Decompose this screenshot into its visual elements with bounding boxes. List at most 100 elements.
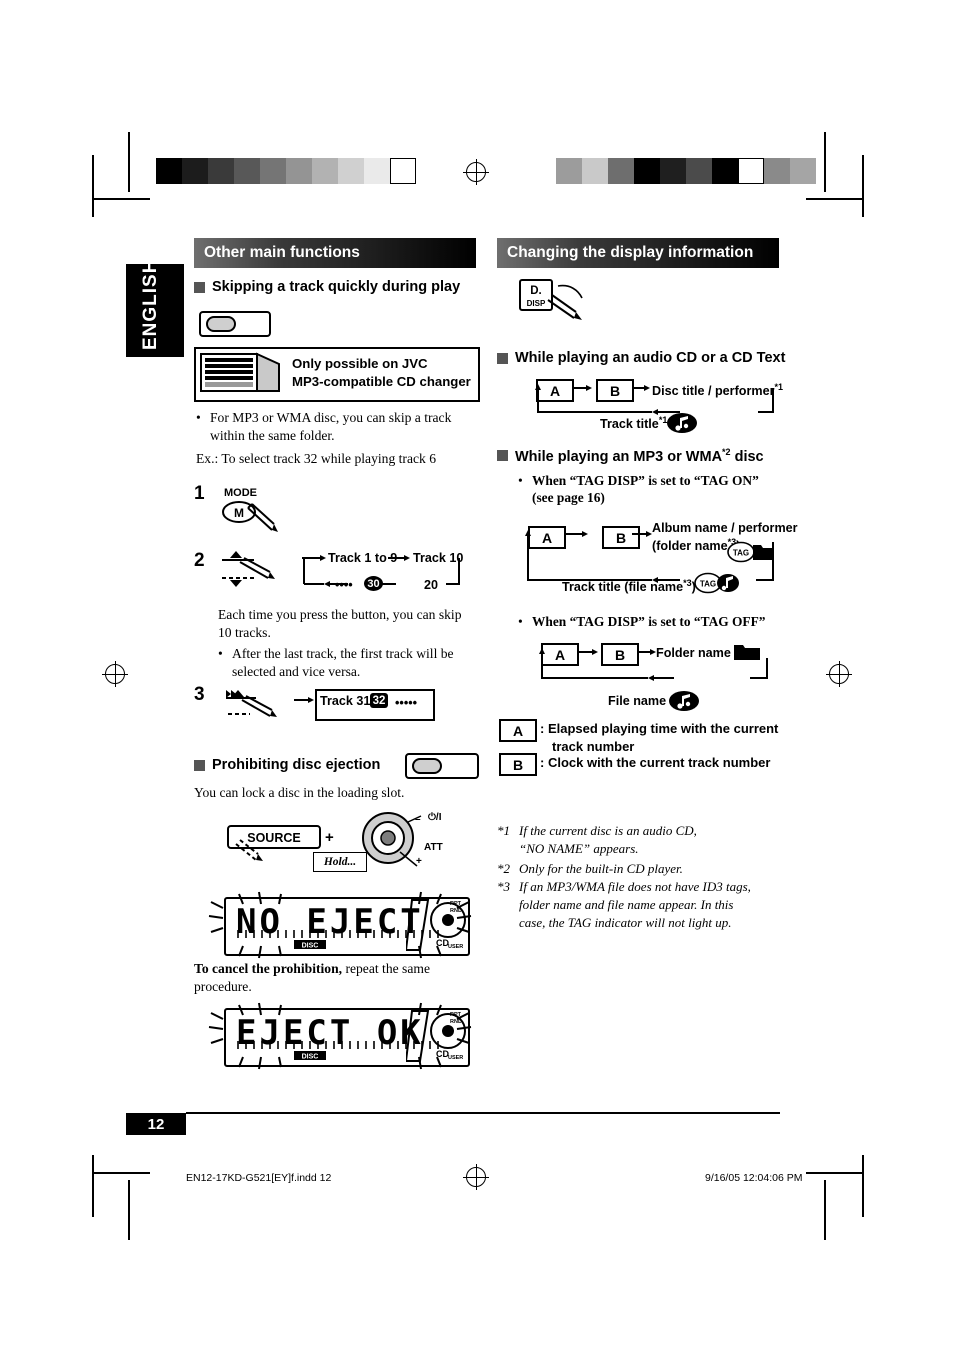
footnote-3-line3: case, the TAG indicator will not light u…: [519, 915, 732, 931]
svg-text:TAG: TAG: [700, 580, 716, 589]
legend-a-line1: : Elapsed playing time with the current: [540, 721, 779, 736]
crop-mark: [806, 198, 864, 200]
footnote-3-line1: If an MP3/WMA file does not have ID3 tag…: [519, 879, 751, 894]
subsection-label-pre: While playing an MP3 or WMA: [515, 448, 723, 465]
square-bullet-icon: [497, 450, 508, 462]
footnote-3: *3 If an MP3/WMA file does not have ID3 …: [497, 878, 787, 933]
step2-bullet-text: After the last track, the first track wi…: [232, 646, 454, 680]
language-tab: ENGLISH: [126, 259, 184, 357]
step2-track-1to9: Track 1 to 9: [328, 551, 398, 565]
tagon-album-label: Album name / performer (folder name*3): [652, 521, 798, 555]
crop-mark: [92, 155, 94, 217]
step2-explanation: Each time you press the button, you can …: [218, 606, 468, 643]
mode-button-label: MODE: [224, 487, 257, 499]
mode-button-illustration: M: [222, 501, 278, 532]
subsection-label-footnote: *2: [722, 447, 731, 457]
subsection-label: While playing an MP3 or WMA*2 disc: [515, 447, 764, 465]
tagoff-folder-label: Folder name: [656, 646, 731, 660]
document-page: ENGLISH Other main functions Skipping a …: [0, 0, 954, 1351]
footnote-1-line1: If the current disc is an audio CD,: [519, 823, 697, 838]
footnote-2-mark: *2: [497, 861, 510, 876]
knob-plus-label: +: [416, 856, 422, 867]
music-note-icon-2: [669, 691, 699, 711]
crop-mark: [128, 1180, 130, 1240]
note-box-text: Only possible on JVC MP3-compatible CD c…: [292, 355, 472, 391]
svg-text:DISC: DISC: [302, 1054, 319, 1061]
cancel-prohibition-text: To cancel the prohibition, repeat the sa…: [194, 960, 474, 997]
lcd-icons-right-1: CD RPT RND USER: [406, 899, 466, 951]
music-note-icon: [667, 413, 697, 433]
section-header-other-main-functions: Other main functions: [194, 238, 476, 268]
note-line-2: MP3-compatible CD changer: [292, 373, 471, 389]
folder-icon: [734, 645, 760, 660]
svg-text:USER: USER: [448, 944, 463, 950]
button-illustration-key: [206, 316, 236, 332]
step3-track-31: Track 31: [320, 694, 371, 708]
crop-mark: [824, 1180, 826, 1240]
footnote-2-line1: Only for the built-in CD player.: [519, 861, 683, 876]
tag-folder-icon-1: TAG: [727, 541, 772, 563]
lock-disc-text: You can lock a disc in the loading slot.: [194, 784, 474, 802]
example-label: Ex.: To select track 32 while playing tr…: [196, 451, 437, 466]
knob-minus-label: –: [415, 814, 421, 825]
legend-badge-b: B: [499, 753, 537, 776]
svg-text:RND: RND: [450, 908, 462, 914]
step-2-number: 2: [194, 550, 205, 571]
tag-on-bullet: • When “TAG DISP” is set to “TAG ON” (se…: [518, 472, 778, 507]
page-number: 12: [126, 1113, 186, 1135]
subsection-audio-cd: While playing an audio CD or a CD Text: [497, 350, 785, 366]
tag-off-bullet: • When “TAG DISP” is set to “TAG OFF”: [518, 613, 788, 631]
crop-mark: [92, 198, 150, 200]
cd-changer-icon: [200, 352, 280, 392]
legend-b-text: : Clock with the current track number: [540, 755, 771, 770]
registration-mark: [826, 661, 852, 687]
step2-bullet: • After the last track, the first track …: [218, 645, 468, 682]
crop-mark: [92, 1172, 150, 1174]
cd-disc-title-text: Disc title / performer: [652, 384, 775, 399]
svg-text:USER: USER: [448, 1055, 463, 1061]
square-bullet-icon: [194, 281, 205, 293]
section-header-changing-display: Changing the display information: [497, 238, 779, 268]
subsection-label: While playing an audio CD or a CD Text: [515, 350, 786, 366]
subsection-prohibit-eject: Prohibiting disc ejection: [194, 757, 380, 773]
subsection-label: Prohibiting disc ejection: [212, 757, 381, 773]
color-bar-right: [556, 158, 816, 184]
disp-button-illustration: D. DISP: [519, 279, 583, 320]
hold-badge: Hold...: [313, 852, 367, 872]
subsection-mp3-wma: While playing an MP3 or WMA*2 disc: [497, 447, 764, 465]
cancel-prohibition-bold: To cancel the prohibition,: [194, 961, 343, 976]
svg-text:RND: RND: [450, 1019, 462, 1025]
svg-text:TAG: TAG: [733, 549, 749, 558]
crop-mark: [92, 1155, 94, 1217]
cd-disc-title-footnote: *1: [774, 382, 783, 392]
footnote-1: *1 If the current disc is an audio CD, “…: [497, 822, 777, 858]
color-bar-left: [156, 158, 416, 184]
subsection-label-post: disc: [730, 448, 764, 465]
knob-power-label: ⏻/I: [428, 812, 442, 823]
footnote-1-line2: “NO NAME” appears.: [519, 841, 639, 857]
square-bullet-icon: [194, 759, 205, 771]
section-header-label: Changing the display information: [507, 244, 754, 261]
tagon-track-footnote: *3: [683, 578, 692, 588]
tagon-track-pre: Track title (file name: [562, 580, 684, 595]
skip-button-illustration: [226, 690, 277, 717]
cd-track-title-label: Track title*1: [600, 415, 667, 431]
step2-track-20: 20: [424, 578, 439, 592]
tag-music-icon-2: TAG: [694, 572, 739, 594]
footer-rule: [186, 1112, 780, 1114]
eject-button-illustration-key: [412, 758, 442, 774]
subsection-skipping-track: Skipping a track quickly during play: [194, 279, 460, 295]
tag-off-bullet-text: When “TAG DISP” is set to “TAG OFF”: [532, 614, 766, 629]
knob-att-label: ATT: [424, 842, 443, 853]
footnote-1-mark: *1: [497, 823, 510, 838]
svg-text:SOURCE: SOURCE: [247, 831, 300, 845]
step3-chip-32: 32: [370, 693, 388, 708]
tagoff-file-label: File name: [608, 694, 667, 708]
updown-button-illustration: [222, 551, 275, 587]
print-footer-left: EN12-17KD-G521[EY]f.indd 12: [186, 1172, 332, 1184]
registration-mark: [102, 661, 128, 687]
subsection-label: Skipping a track quickly during play: [212, 279, 461, 295]
crop-mark: [824, 132, 826, 192]
footnote-3-line2: folder name and file name appear. In thi…: [519, 897, 734, 913]
tagon-album-line2: (folder name*3): [652, 537, 798, 555]
